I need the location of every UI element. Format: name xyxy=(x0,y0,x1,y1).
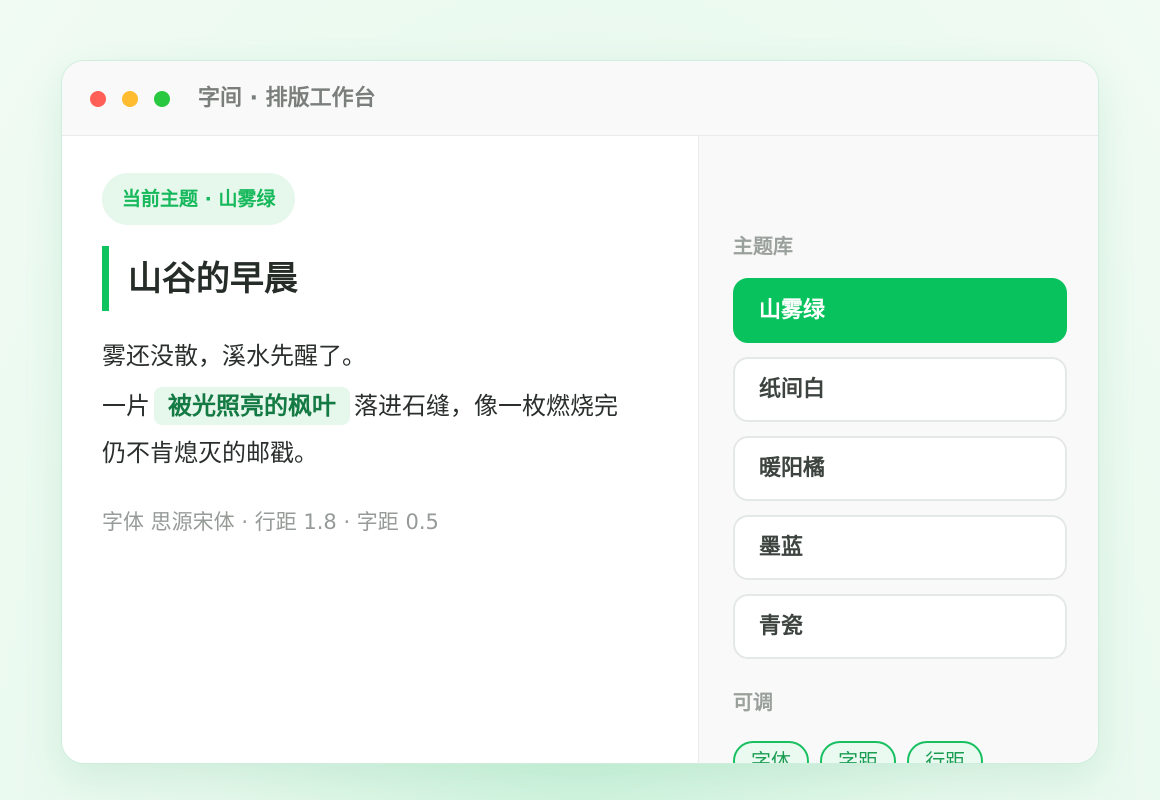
body-line-2: 一片 被光照亮的枫叶 落进石缝，像一枚燃烧完 xyxy=(102,387,618,425)
chip-font[interactable]: 字体 xyxy=(733,741,809,763)
current-theme-badge: 当前主题 · 山雾绿 xyxy=(102,173,296,225)
chip-line-height[interactable]: 行距 xyxy=(907,741,984,763)
article-heading: 山谷的早晨 xyxy=(128,259,298,299)
maximize-window-button[interactable] xyxy=(154,91,170,107)
window-title: 字间 · 排版工作台 xyxy=(198,86,376,111)
app-window: 字间 · 排版工作台 当前主题 · 山雾绿 山谷的早晨 雾还没散，溪水先醒了。 … xyxy=(62,61,1098,763)
theme-item-ink-blue[interactable]: 墨蓝 xyxy=(733,515,1067,580)
adjustable-label: 可调 xyxy=(733,690,773,714)
body-line-2-start: 一片 xyxy=(102,392,150,420)
title-bar: 字间 · 排版工作台 xyxy=(62,61,1098,136)
theme-item-paper-white[interactable]: 纸间白 xyxy=(733,357,1067,422)
body-line-3: 仍不肯熄灭的邮戳。 xyxy=(102,439,318,467)
body-line-2-end: 落进石缝，像一枚燃烧完 xyxy=(354,392,618,420)
theme-list: 山雾绿 纸间白 暖阳橘 墨蓝 青瓷 xyxy=(733,278,1067,673)
theme-library-label: 主题库 xyxy=(733,234,793,258)
theme-item-mountain-mist-green[interactable]: 山雾绿 xyxy=(733,278,1067,343)
heading-accent-bar xyxy=(102,246,109,311)
theme-sidebar: 主题库 山雾绿 纸间白 暖阳橘 墨蓝 青瓷 可调 字体 字距 行距 xyxy=(699,136,1098,763)
body-line-1: 雾还没散，溪水先醒了。 xyxy=(102,342,366,370)
close-window-button[interactable] xyxy=(90,91,106,107)
chip-letter-spacing[interactable]: 字距 xyxy=(820,741,897,763)
adjust-chips: 字体 字距 行距 xyxy=(733,741,989,763)
preview-pane: 当前主题 · 山雾绿 山谷的早晨 雾还没散，溪水先醒了。 一片 被光照亮的枫叶 落进… xyxy=(62,136,699,763)
typography-meta: 字体 思源宋体 · 行距 1.8 · 字距 0.5 xyxy=(102,510,439,534)
highlighted-phrase: 被光照亮的枫叶 xyxy=(154,387,350,425)
theme-item-warm-orange[interactable]: 暖阳橘 xyxy=(733,436,1067,501)
theme-item-celadon[interactable]: 青瓷 xyxy=(733,594,1067,659)
minimize-window-button[interactable] xyxy=(122,91,138,107)
